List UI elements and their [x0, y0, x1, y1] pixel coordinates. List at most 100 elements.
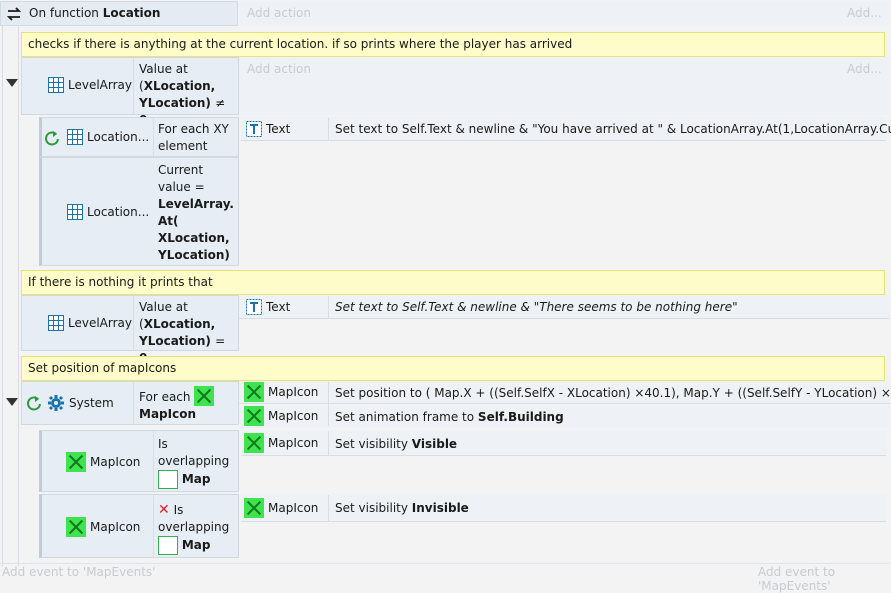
block1b-line-2: LevelArray.: [158, 197, 234, 211]
block1a-action-text-value: Set text to Self.Text & newline & "You h…: [335, 122, 891, 136]
block1b-line-4: XLocation,: [158, 231, 230, 245]
function-add-more[interactable]: Add...: [847, 5, 882, 22]
function-prefix: On function: [29, 6, 99, 20]
mapicon-sprite-icon: [194, 386, 215, 406]
block3-action-2-text-bold: Self.Building: [477, 410, 564, 424]
collapse-toggle-1[interactable]: [6, 79, 18, 87]
block3b-cond-text: ✕ Is overlapping Map: [158, 502, 238, 555]
block3-action-1-object-label: MapIcon: [268, 385, 319, 399]
function-action-area[interactable]: [239, 1, 890, 26]
invert-x-icon: ✕: [158, 502, 170, 518]
block2-action-separator: [328, 296, 329, 318]
text-object-icon: [246, 299, 262, 315]
block3a-line-0: Is: [158, 437, 168, 451]
block3a-line-1: overlapping: [158, 454, 230, 468]
gear-icon: [48, 395, 64, 411]
tree-guide-left: [2, 26, 3, 566]
block2-object-label: LevelArray: [68, 316, 132, 330]
block3b-object: MapIcon: [66, 517, 140, 537]
map-sprite-icon: [158, 536, 178, 555]
block2-object: LevelArray: [48, 315, 132, 331]
text-object-icon: [246, 121, 262, 137]
mapicon-sprite-icon: [66, 452, 86, 472]
loop-icon: [26, 395, 42, 414]
block3-separator: [133, 382, 134, 424]
function-add-action[interactable]: Add action: [247, 5, 311, 22]
block1b-object: Location...: [67, 204, 149, 220]
mapicon-sprite-icon: [244, 433, 264, 453]
block3b-separator: [153, 495, 154, 557]
block1b-line-3: At(: [158, 214, 179, 228]
block2-action-object-label: Text: [266, 300, 291, 314]
block3b-action-pre: Set visibility: [335, 501, 412, 515]
function-title: On function Location: [29, 5, 160, 22]
collapse-toggle-3[interactable]: [6, 398, 18, 406]
block3b-action-text: Set visibility Invisible: [335, 500, 469, 517]
block1a-action-text: Set text to Self.Text & newline & "You h…: [335, 121, 891, 138]
block3a-cond-text: Is overlapping Map: [158, 436, 238, 489]
map-sprite-icon: [158, 470, 178, 489]
loop-icon: [44, 130, 60, 149]
block3a-action-object: MapIcon: [244, 433, 318, 453]
block1-add-action[interactable]: Add action: [247, 61, 311, 78]
block3b-cond-object: Map: [181, 538, 211, 552]
comment-1[interactable]: checks if there is anything at the curre…: [21, 32, 885, 57]
block2-separator: [133, 296, 134, 350]
block3a-action-object-label: MapIcon: [268, 436, 319, 450]
block3b-object-label: MapIcon: [90, 520, 141, 534]
block2-action-text: Set text to Self.Text & newline & "There…: [335, 300, 738, 314]
block3a-cond-object: Map: [181, 472, 211, 486]
block1-add-more[interactable]: Add...: [847, 61, 882, 78]
mapicon-sprite-icon: [244, 382, 264, 402]
block1b-divider: [154, 157, 239, 158]
mapicon-sprite-icon: [66, 517, 86, 537]
block3b-action-object-label: MapIcon: [268, 501, 319, 515]
block1-action-area[interactable]: [239, 57, 890, 115]
block1b-line-0: Current: [158, 163, 204, 177]
block2-cond-label: Value at: [139, 300, 188, 314]
block1b-line-1: value =: [158, 180, 205, 194]
comment-2-text: If there is nothing it prints that: [28, 275, 213, 289]
block1a-cond-text: For each XY element: [158, 122, 229, 153]
block3-action-1-object: MapIcon: [244, 382, 318, 402]
block1a-object: Location...: [67, 129, 149, 145]
block3-action-separator: [328, 382, 329, 426]
block1b-object-label: Location...: [87, 205, 150, 219]
tree-guide-nested: [18, 26, 19, 566]
block3-action-2-object: MapIcon: [244, 406, 318, 426]
comment-3-text: Set position of mapIcons: [28, 361, 177, 375]
comment-3[interactable]: Set position of mapIcons: [21, 356, 885, 381]
array-icon: [67, 129, 83, 145]
block3-action-2-object-label: MapIcon: [268, 409, 319, 423]
comment-2[interactable]: If there is nothing it prints that: [21, 270, 885, 295]
array-icon: [67, 204, 83, 220]
block3b-line-0: Is: [173, 503, 184, 517]
block3-action-2-text: Set animation frame to Self.Building: [335, 409, 564, 426]
block3a-object-label: MapIcon: [90, 455, 141, 469]
block3-action-1-text: Set position to ( Map.X + ((Self.SelfX -…: [335, 386, 891, 400]
block3a-action-bold: Visible: [411, 437, 458, 451]
block3a-action-separator: [328, 431, 329, 455]
array-icon: [48, 315, 64, 331]
footer-divider: [0, 563, 891, 564]
add-event-link-right[interactable]: Add event to 'MapEvents': [758, 565, 891, 593]
add-event-link-left[interactable]: Add event to 'MapEvents': [2, 565, 155, 579]
block1-separator: [133, 58, 134, 114]
mapicon-sprite-icon: [244, 498, 264, 518]
block3a-separator: [153, 431, 154, 491]
block3-object-label: System: [69, 396, 114, 410]
block1b-line-5: YLocation): [158, 248, 230, 262]
block3a-action-text: Set visibility Visible: [335, 436, 457, 453]
block3-cond-text: For each MapIcon: [139, 386, 235, 423]
block1-cond-label: Value at: [139, 62, 188, 76]
block3a-object: MapIcon: [66, 452, 140, 472]
function-loop-icon: [5, 5, 23, 23]
block1a-object-label: Location...: [87, 130, 150, 144]
block3b-action-object: MapIcon: [244, 498, 318, 518]
comment-1-text: checks if there is anything at the curre…: [28, 37, 573, 51]
block1-object-label: LevelArray: [68, 78, 132, 92]
function-name: Location: [102, 6, 161, 20]
block2-action-object: Text: [246, 299, 290, 315]
block1b-cond-text: Current value = LevelArray. At( XLocatio…: [158, 162, 238, 264]
block3a-action-pre: Set visibility: [335, 437, 412, 451]
